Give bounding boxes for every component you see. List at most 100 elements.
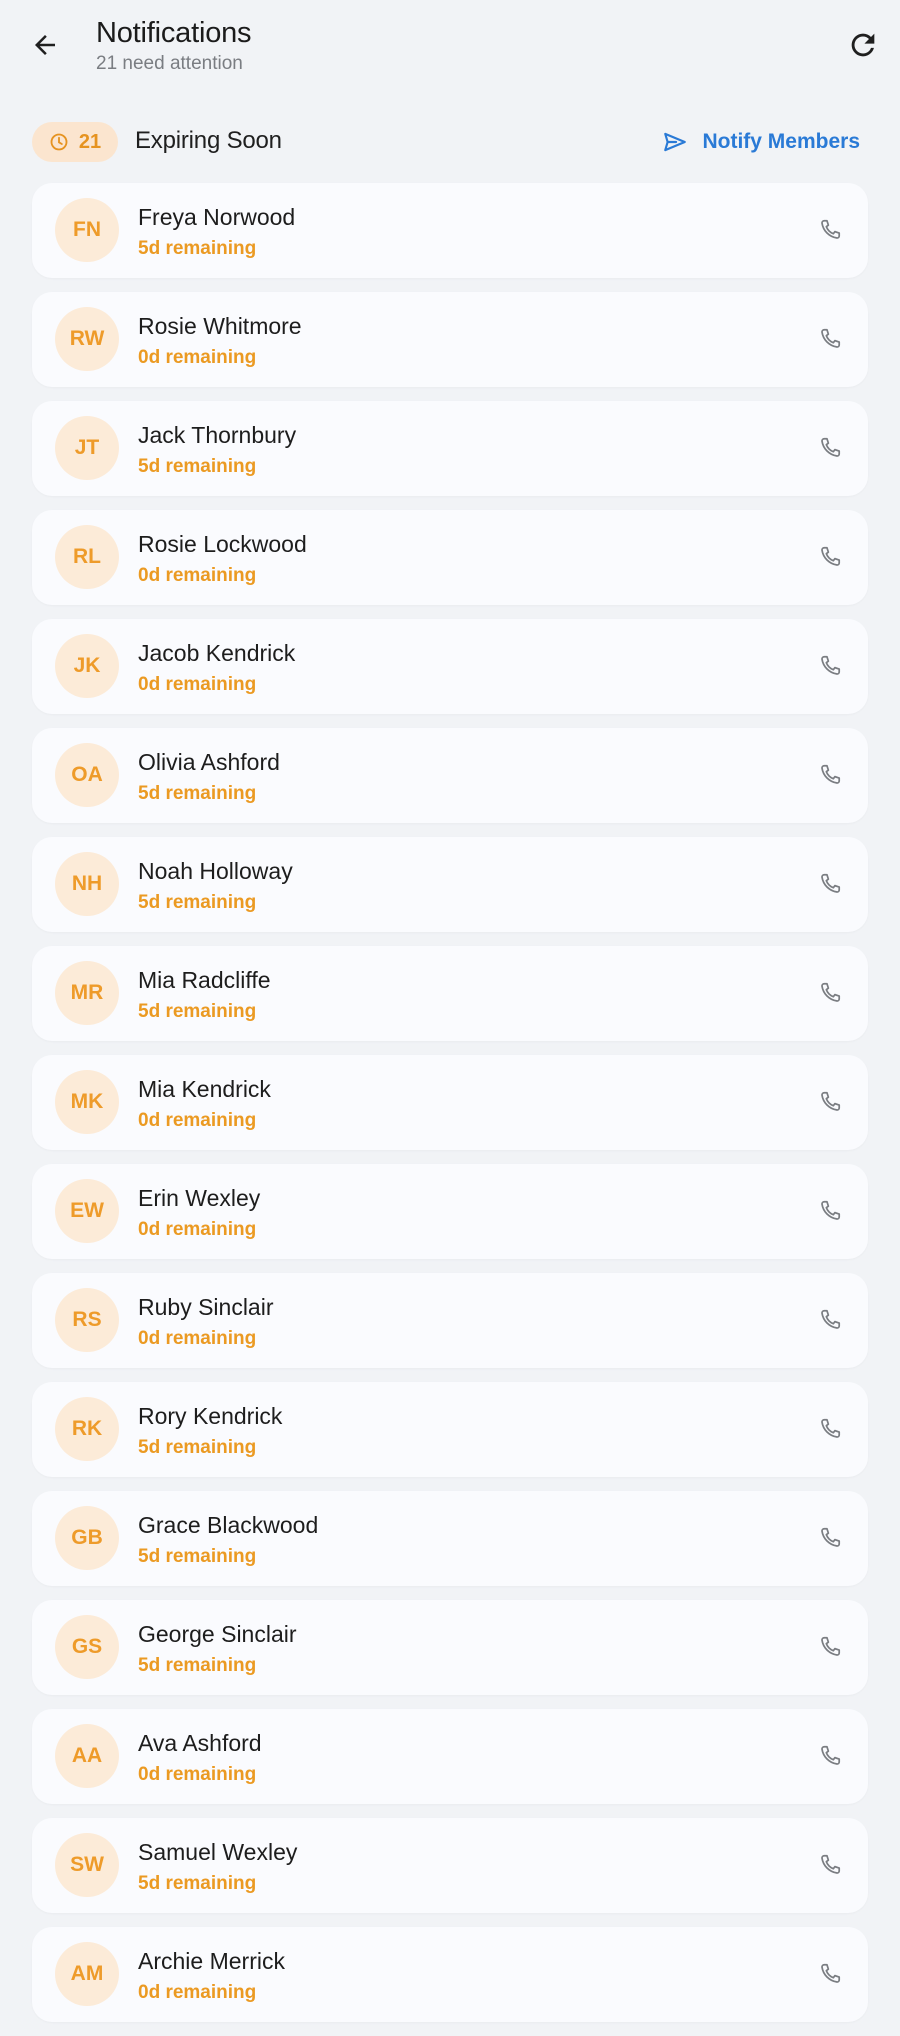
member-name: Mia Radcliffe xyxy=(138,967,271,993)
send-icon xyxy=(664,132,687,152)
expiry-status: 0d remaining xyxy=(138,1982,257,2003)
avatar: FN xyxy=(55,198,119,262)
expiry-status: 0d remaining xyxy=(138,347,257,368)
call-button[interactable] xyxy=(810,646,850,686)
member-name: Rosie Lockwood xyxy=(138,531,307,557)
avatar: AA xyxy=(55,1724,119,1788)
expiry-status: 5d remaining xyxy=(138,1655,257,1676)
expiry-status: 5d remaining xyxy=(138,1873,257,1894)
avatar: GB xyxy=(55,1506,119,1570)
avatar: JT xyxy=(55,416,119,480)
member-name: Grace Blackwood xyxy=(138,1512,319,1538)
avatar: RW xyxy=(55,307,119,371)
call-button[interactable] xyxy=(810,864,850,904)
call-button[interactable] xyxy=(810,1191,850,1231)
call-button[interactable] xyxy=(810,973,850,1013)
expiry-status: 0d remaining xyxy=(138,1219,257,1240)
member-name: Samuel Wexley xyxy=(138,1839,298,1865)
phone-icon xyxy=(821,982,841,1002)
phone-icon xyxy=(821,1854,841,1874)
notify-members-label: Notify Members xyxy=(702,130,860,153)
app-bar: Notifications 21 need attention xyxy=(0,0,900,90)
call-button[interactable] xyxy=(810,1518,850,1558)
member-card[interactable]: NH Noah Holloway 5d remaining xyxy=(32,837,868,932)
member-card[interactable]: MR Mia Radcliffe 5d remaining xyxy=(32,946,868,1041)
page-subtitle: 21 need attention xyxy=(96,53,243,74)
expiry-status: 5d remaining xyxy=(138,456,257,477)
member-card[interactable]: SW Samuel Wexley 5d remaining xyxy=(32,1818,868,1913)
member-name: Ruby Sinclair xyxy=(138,1294,274,1320)
member-name: Mia Kendrick xyxy=(138,1076,271,1102)
badge-count: 21 xyxy=(78,130,102,153)
member-card[interactable]: GB Grace Blackwood 5d remaining xyxy=(32,1491,868,1586)
member-card[interactable]: EW Erin Wexley 0d remaining xyxy=(32,1164,868,1259)
avatar: SW xyxy=(55,1833,119,1897)
avatar: NH xyxy=(55,852,119,916)
call-button[interactable] xyxy=(810,1845,850,1885)
avatar: AM xyxy=(55,1942,119,2006)
member-card[interactable]: RW Rosie Whitmore 0d remaining xyxy=(32,292,868,387)
avatar: MR xyxy=(55,961,119,1025)
member-card[interactable]: AA Ava Ashford 0d remaining xyxy=(32,1709,868,1804)
call-button[interactable] xyxy=(810,210,850,250)
phone-icon xyxy=(821,1418,841,1438)
call-button[interactable] xyxy=(810,1736,850,1776)
member-card[interactable]: AM Archie Merrick 0d remaining xyxy=(32,1927,868,2022)
refresh-button[interactable] xyxy=(840,22,886,68)
page-title: Notifications xyxy=(96,17,252,49)
call-button[interactable] xyxy=(810,1082,850,1122)
phone-icon xyxy=(821,1527,841,1547)
section-title: Expiring Soon xyxy=(135,127,282,154)
member-card[interactable]: OA Olivia Ashford 5d remaining xyxy=(32,728,868,823)
phone-icon xyxy=(821,546,841,566)
notify-members-button[interactable]: Notify Members xyxy=(662,122,860,162)
phone-icon xyxy=(821,1200,841,1220)
member-card[interactable]: FN Freya Norwood 5d remaining xyxy=(32,183,868,278)
member-name: Jacob Kendrick xyxy=(138,640,296,666)
refresh-icon xyxy=(851,33,875,57)
call-button[interactable] xyxy=(810,1409,850,1449)
call-button[interactable] xyxy=(810,428,850,468)
member-name: George Sinclair xyxy=(138,1621,297,1647)
expiry-status: 5d remaining xyxy=(138,783,257,804)
avatar: EW xyxy=(55,1179,119,1243)
avatar: OA xyxy=(55,743,119,807)
phone-icon xyxy=(821,1636,841,1656)
title-block: Notifications 21 need attention xyxy=(96,16,252,76)
count-badge: 21 xyxy=(32,122,118,162)
member-card[interactable]: JT Jack Thornbury 5d remaining xyxy=(32,401,868,496)
member-card[interactable]: MK Mia Kendrick 0d remaining xyxy=(32,1055,868,1150)
arrow-left-icon xyxy=(35,35,55,55)
phone-icon xyxy=(821,1309,841,1329)
phone-icon xyxy=(821,873,841,893)
phone-icon xyxy=(821,1091,841,1111)
member-card[interactable]: JK Jacob Kendrick 0d remaining xyxy=(32,619,868,714)
avatar: RS xyxy=(55,1288,119,1352)
expiry-status: 5d remaining xyxy=(138,1437,257,1458)
expiry-status: 5d remaining xyxy=(138,1001,257,1022)
member-card[interactable]: GS George Sinclair 5d remaining xyxy=(32,1600,868,1695)
avatar: RL xyxy=(55,525,119,589)
avatar: GS xyxy=(55,1615,119,1679)
call-button[interactable] xyxy=(810,319,850,359)
member-card[interactable]: RK Rory Kendrick 5d remaining xyxy=(32,1382,868,1477)
phone-icon xyxy=(821,1963,841,1983)
call-button[interactable] xyxy=(810,1627,850,1667)
expiry-status: 0d remaining xyxy=(138,1764,257,1785)
section-header: 21 Expiring Soon Notify Members xyxy=(32,120,868,162)
phone-icon xyxy=(821,655,841,675)
call-button[interactable] xyxy=(810,1300,850,1340)
avatar: RK xyxy=(55,1397,119,1461)
member-name: Archie Merrick xyxy=(138,1948,285,1974)
phone-icon xyxy=(821,437,841,457)
back-button[interactable] xyxy=(22,22,68,68)
expiry-status: 5d remaining xyxy=(138,892,257,913)
expiry-status: 0d remaining xyxy=(138,674,257,695)
call-button[interactable] xyxy=(810,1954,850,1994)
member-card[interactable]: RS Ruby Sinclair 0d remaining xyxy=(32,1273,868,1368)
clock-icon xyxy=(50,133,68,151)
call-button[interactable] xyxy=(810,755,850,795)
member-card[interactable]: RL Rosie Lockwood 0d remaining xyxy=(32,510,868,605)
call-button[interactable] xyxy=(810,537,850,577)
expiry-status: 0d remaining xyxy=(138,1328,257,1349)
